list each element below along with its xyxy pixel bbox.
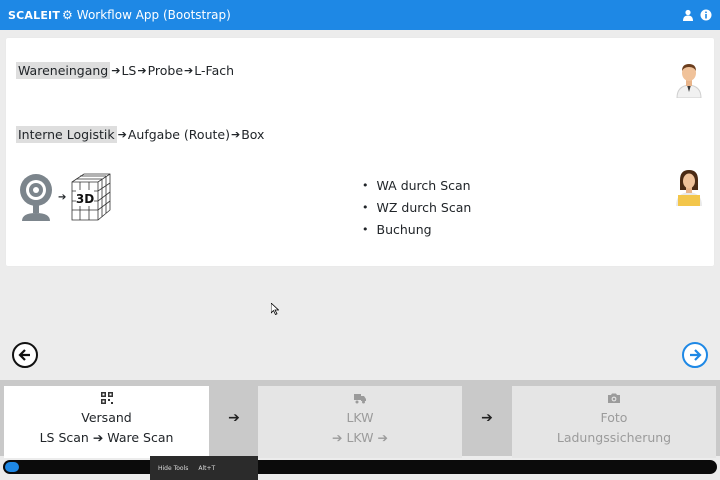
flow-step: Aufgabe (Route) [127,127,230,142]
list-item: WZ durch Scan [362,196,472,218]
list-item: Buchung [362,218,471,240]
step-title: Versand [81,410,132,425]
cube-label: 3D [76,192,94,206]
step-title: Foto [600,410,628,425]
arrow-right-icon: ➔ [184,64,194,77]
flow-step: Probe [147,63,184,78]
truck-icon [354,394,366,404]
flow-highlight: Wareneingang [16,62,111,79]
qr-code-icon [100,392,113,404]
brand-logo: SCALEIT [8,8,61,22]
arrow-right-icon [690,349,702,361]
step-subtitle: Ladungssicherung [556,430,672,445]
flow-step: L-Fach [194,63,235,78]
step-subtitle: ➔ LKW ➔ [332,430,388,445]
gear-logo-icon: ⚙ [62,8,73,22]
flow-step: LS [121,63,137,78]
workflow-steps: Versand LS Scan ➔ Ware Scan ➔ LKW ➔ LKW … [0,380,720,458]
app-header: SCALEIT ⚙ Workflow App (Bootstrap) [0,0,720,30]
next-button[interactable] [682,342,708,368]
camera-icon [608,393,620,403]
brand[interactable]: SCALEIT ⚙ Workflow App (Bootstrap) [8,8,231,22]
progress-bar [3,460,717,474]
flow-interne-logistik: Interne Logistik ➔ Aufgabe (Route) ➔ Box [16,126,264,143]
previous-button[interactable] [12,342,38,368]
tooltip-label: Hide Tools [158,464,189,472]
arrow-right-icon: ➔ [481,410,493,426]
arrow-right-icon: ➔ [111,64,121,77]
step-foto[interactable]: Foto Ladungssicherung [512,386,716,458]
3d-cube-icon: 3D [71,173,111,221]
flow-step: Box [241,127,265,142]
flow-highlight: Interne Logistik [16,126,117,143]
female-worker-avatar-icon [676,170,702,206]
mouse-cursor-icon [271,303,279,315]
arrow-right-icon: ➔ [230,128,241,141]
step-subtitle: LS Scan ➔ Ware Scan [39,430,174,445]
step-versand[interactable]: Versand LS Scan ➔ Ware Scan [4,386,209,458]
tooltip-shortcut: Alt+T [198,464,216,472]
arrow-right-icon: ➔ [137,64,147,77]
progress-fill [5,462,20,472]
arrow-left-icon [18,349,30,361]
content-card: Wareneingang ➔ LS ➔ Probe ➔ L-Fach Inter… [6,38,714,266]
arrow-right-icon: ➔ [58,191,67,203]
arrow-right-icon: ➔ [117,128,127,141]
flow-wareneingang: Wareneingang ➔ LS ➔ Probe ➔ L-Fach [16,62,234,79]
media-illustration: ➔ 3D [18,172,112,222]
list-item: WA durch Scan [362,174,471,196]
user-icon[interactable] [682,9,694,21]
arrow-right-icon: ➔ [228,410,240,426]
app-title: Workflow App (Bootstrap) [76,8,231,22]
male-worker-avatar-icon [676,64,702,98]
step-lkw[interactable]: LKW ➔ LKW ➔ [258,386,462,458]
feature-list: WA durch Scan WZ durch Scan Buchung [362,174,472,240]
step-title: LKW [346,410,374,425]
hide-tools-tooltip[interactable]: Hide Tools Alt+T [150,456,258,480]
webcam-icon [20,174,52,221]
info-icon[interactable] [700,9,712,21]
